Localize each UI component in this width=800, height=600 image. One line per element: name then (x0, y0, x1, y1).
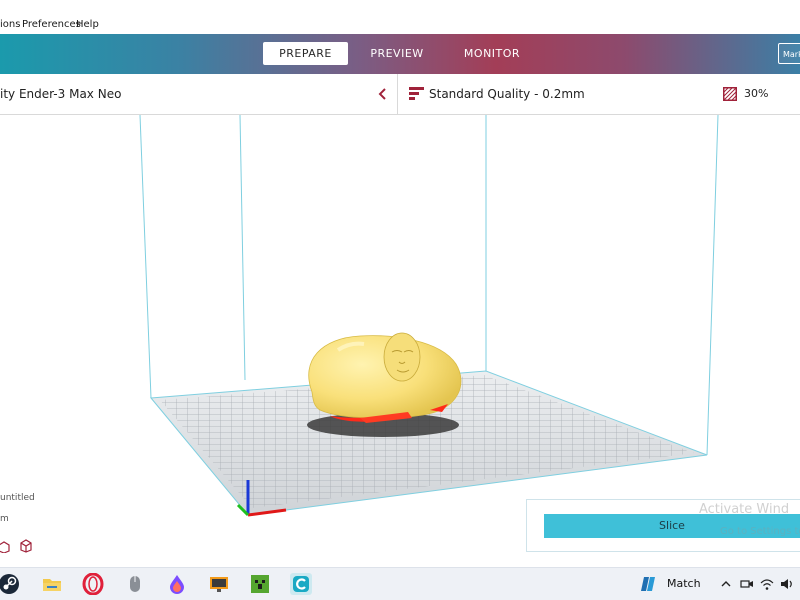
file-explorer-icon[interactable] (41, 573, 63, 595)
tab-preview[interactable]: PREVIEW (360, 42, 434, 65)
taskbar: Match (0, 567, 800, 600)
wifi-icon[interactable] (760, 577, 774, 591)
object-dimensions: m (0, 514, 9, 524)
cube-icon[interactable] (19, 539, 33, 553)
mouse-app-icon[interactable] (124, 573, 146, 595)
chevron-up-icon[interactable] (719, 577, 733, 591)
stage-bar: PREPARE PREVIEW MONITOR Marke (0, 34, 800, 74)
monitor-app-icon[interactable] (208, 573, 230, 595)
meet-now-icon[interactable] (740, 577, 754, 591)
menu-help[interactable]: Help (76, 19, 99, 30)
menu-bar: ions Preferences Help (0, 0, 800, 34)
menu-extensions[interactable]: ions (0, 19, 20, 30)
tab-prepare[interactable]: PREPARE (263, 42, 348, 65)
printer-selector[interactable]: ity Ender-3 Max Neo (0, 87, 121, 101)
object-list-icon[interactable] (0, 540, 10, 553)
activate-windows-subtext: Go to Settings to (720, 526, 800, 537)
steam-icon[interactable] (0, 573, 20, 595)
menu-preferences[interactable]: Preferences (22, 19, 81, 30)
marketplace-button[interactable]: Marke (778, 43, 800, 64)
3d-model[interactable] (308, 332, 462, 423)
infill-icon (723, 87, 737, 101)
volume-icon[interactable] (780, 577, 794, 591)
paint-icon[interactable] (166, 573, 188, 595)
weather-icon[interactable] (641, 575, 659, 593)
weather-label[interactable]: Match (667, 577, 701, 590)
settings-bar: ity Ender-3 Max Neo Standard Quality - 0… (0, 74, 800, 115)
activate-windows-watermark: Activate Wind (699, 502, 790, 517)
print-quality-selector[interactable]: Standard Quality - 0.2mm (429, 87, 585, 101)
minecraft-icon[interactable] (249, 573, 271, 595)
settings-divider (397, 74, 398, 114)
tab-monitor[interactable]: MONITOR (455, 42, 529, 65)
infill-value[interactable]: 30% (744, 87, 768, 100)
chevron-left-icon[interactable] (376, 86, 390, 102)
project-name: untitled (0, 493, 35, 503)
opera-icon[interactable] (82, 573, 104, 595)
cura-icon[interactable] (290, 573, 312, 595)
print-settings-icon (409, 87, 424, 100)
